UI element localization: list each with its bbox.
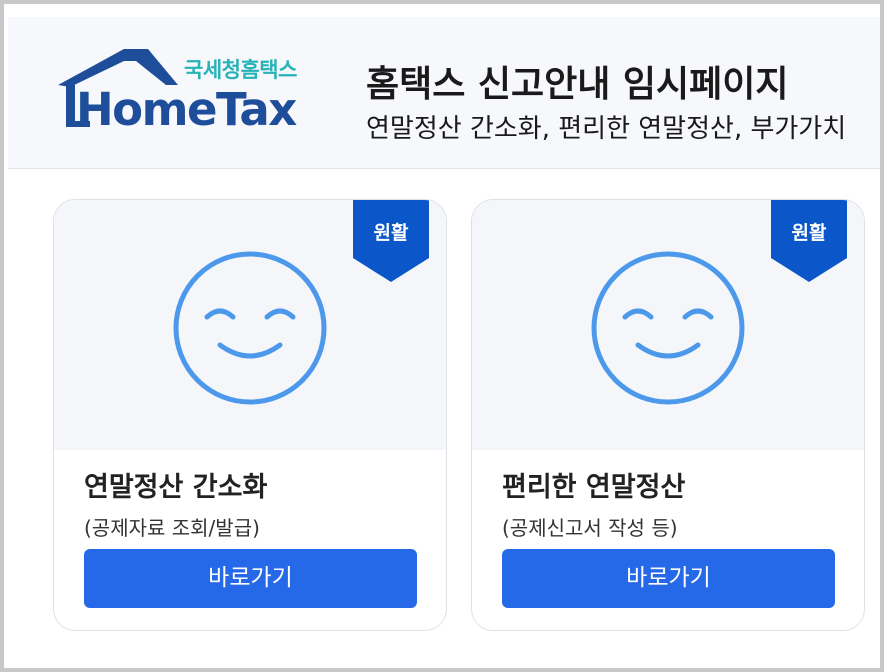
- header: 국세청홈택스 HomeTax 홈택스 신고안내 임시페이지 연말정산 간소화, …: [8, 17, 880, 169]
- top-strip: [8, 8, 880, 17]
- service-card-simplified: 원활 연말정산 간소화 (공제자료 조회/발급) 바로가기: [53, 199, 447, 631]
- card-description: (공제신고서 작성 등): [502, 516, 678, 540]
- page-subtitle: 연말정산 간소화, 편리한 연말정산, 부가가치: [366, 114, 847, 144]
- go-button[interactable]: 바로가기: [502, 549, 835, 608]
- page-frame: 국세청홈택스 HomeTax 홈택스 신고안내 임시페이지 연말정산 간소화, …: [0, 0, 884, 672]
- page-title: 홈택스 신고안내 임시페이지: [366, 64, 789, 105]
- service-card-convenient: 원활 편리한 연말정산 (공제신고서 작성 등) 바로가기: [471, 199, 865, 631]
- logo-english-text: HomeTax: [76, 83, 297, 136]
- card-description: (공제자료 조회/발급): [84, 516, 260, 540]
- status-badge: 원활: [791, 222, 827, 244]
- smiley-icon: [591, 251, 745, 405]
- card-title: 연말정산 간소화: [84, 472, 268, 503]
- smiley-icon: [173, 251, 327, 405]
- go-button[interactable]: 바로가기: [84, 549, 417, 608]
- status-badge: 원활: [373, 222, 409, 244]
- card-title: 편리한 연말정산: [502, 472, 686, 503]
- logo-korean-text: 국세청홈택스: [184, 58, 297, 82]
- hometax-logo[interactable]: 국세청홈택스 HomeTax: [56, 47, 316, 142]
